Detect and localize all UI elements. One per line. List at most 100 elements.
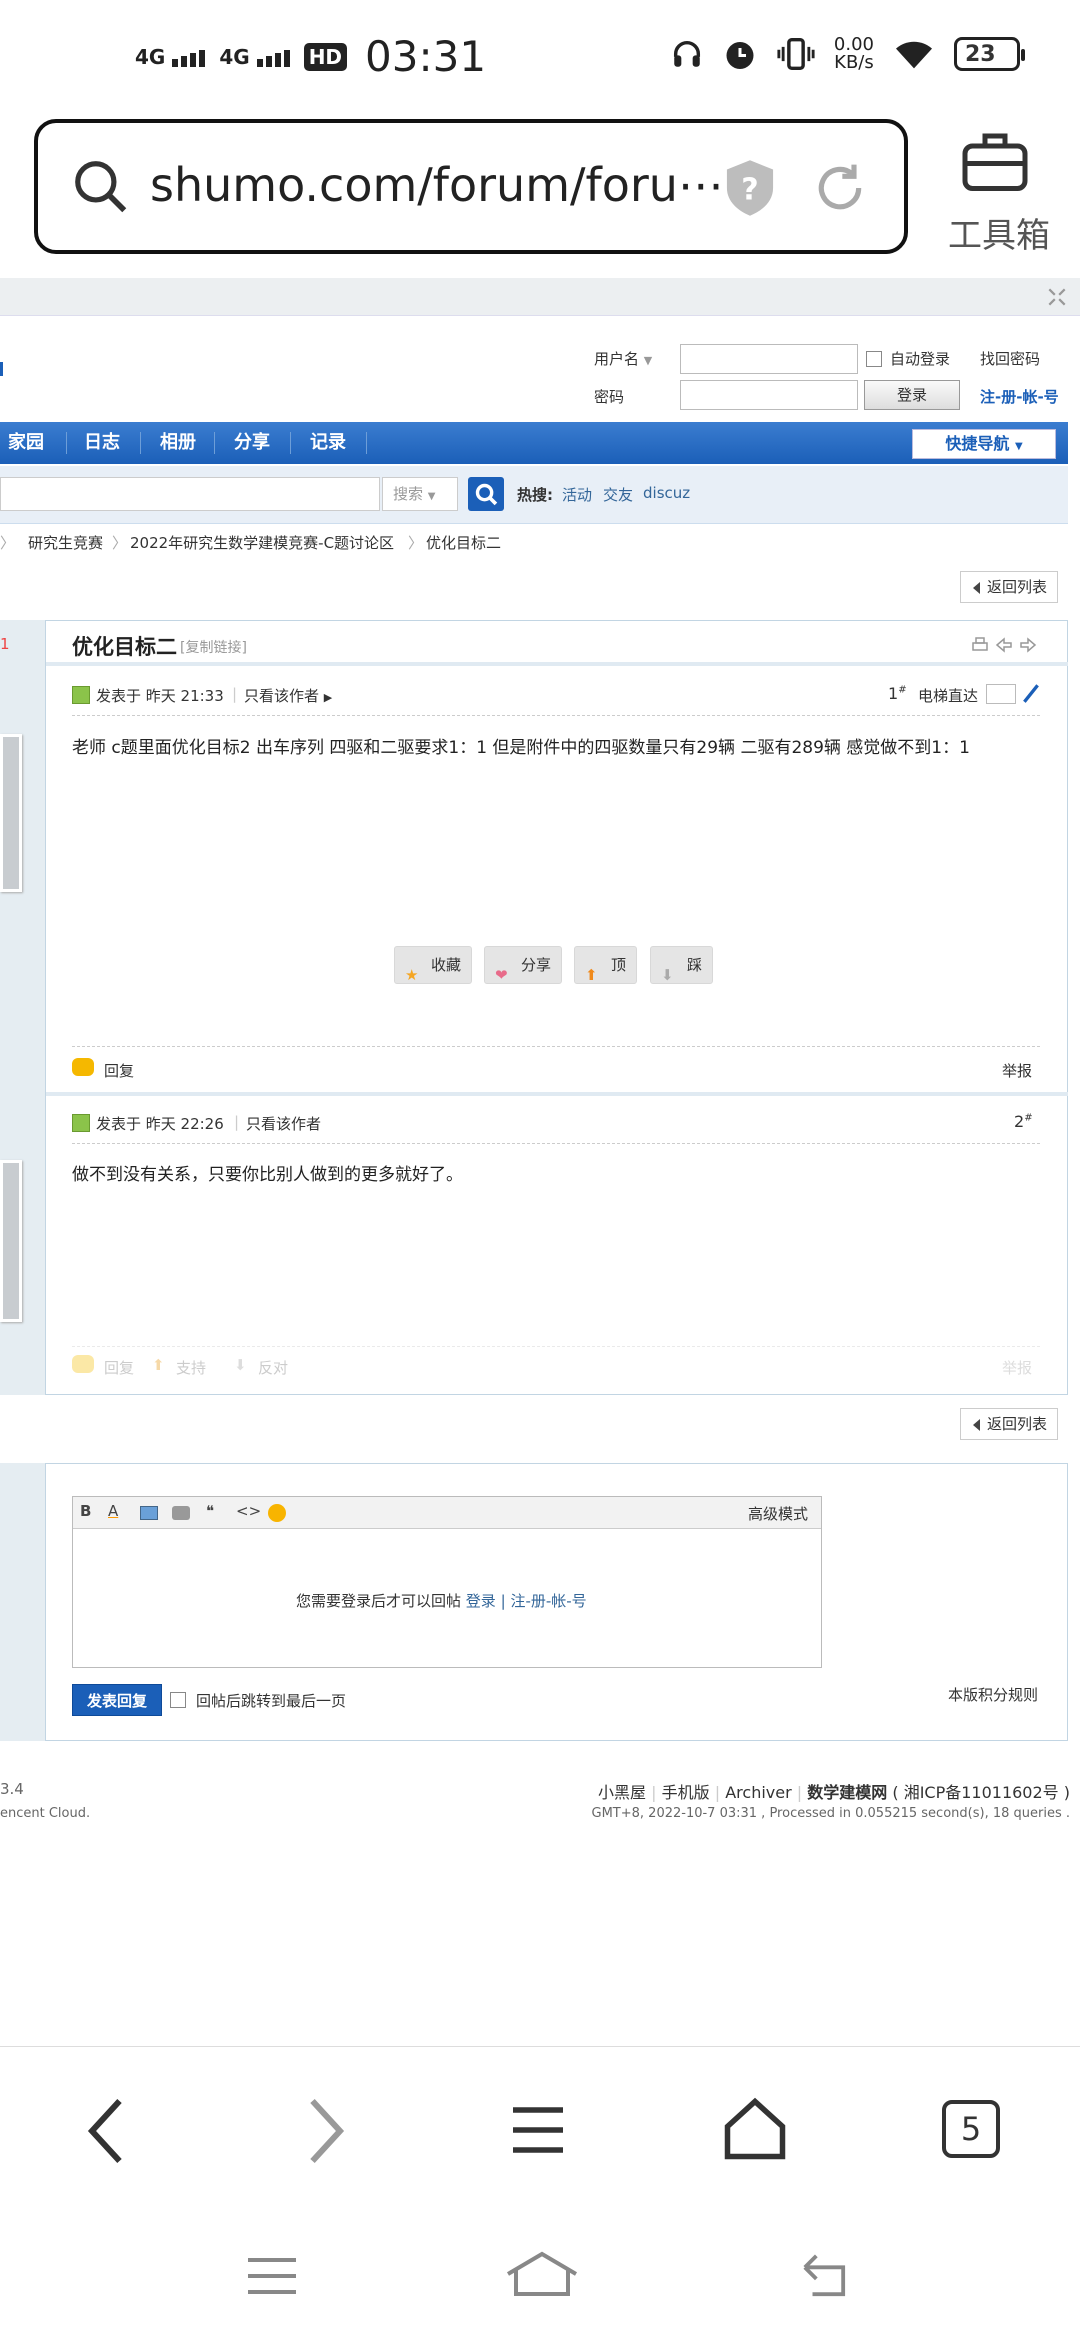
register-link[interactable]: 注-册-帐-号 xyxy=(980,386,1059,407)
password-input[interactable] xyxy=(680,380,858,410)
submit-reply-button[interactable]: 发表回复 xyxy=(72,1684,162,1716)
auto-login-checkbox[interactable] xyxy=(866,351,882,367)
security-shield-icon[interactable]: ? xyxy=(722,158,778,218)
quote-icon[interactable]: ❝ xyxy=(206,1502,214,1520)
avatar[interactable] xyxy=(0,734,22,892)
breadcrumb-sep: 〉 xyxy=(408,534,424,552)
image-icon[interactable] xyxy=(140,1506,158,1520)
home-icon[interactable] xyxy=(504,2250,580,2298)
search-icon xyxy=(475,483,498,506)
icp-link[interactable]: ( 湘ICP备11011602号 ) xyxy=(892,1783,1070,1802)
back-to-list-button[interactable]: 返回列表 xyxy=(960,571,1059,603)
hot-search-item[interactable]: discuz xyxy=(643,484,690,502)
url-text[interactable]: shumo.com/forum/foru⋯ xyxy=(150,158,724,212)
post-divider xyxy=(72,1346,1040,1347)
search-icon xyxy=(75,161,127,213)
footer-link[interactable]: Archiver xyxy=(725,1783,791,1802)
forward-icon[interactable] xyxy=(300,2096,350,2166)
tabs-button[interactable]: 5 xyxy=(942,2100,1000,2158)
back-to-list-button[interactable]: 返回列表 xyxy=(960,1408,1059,1440)
footer-link[interactable]: 手机版 xyxy=(662,1783,710,1802)
toolbox-label[interactable]: 工具箱 xyxy=(948,208,1050,257)
upvote-button[interactable]: ⬆ 顶 xyxy=(574,946,638,984)
thread-title: 优化目标二 xyxy=(72,635,177,659)
footer-version: 3.4 xyxy=(0,1780,24,1798)
support-link[interactable]: 支持 xyxy=(176,1357,206,1378)
link-icon[interactable] xyxy=(172,1506,190,1520)
reload-icon[interactable] xyxy=(812,160,868,216)
home-icon[interactable] xyxy=(720,2096,790,2162)
favorite-button[interactable]: ★ 收藏 xyxy=(394,946,473,984)
net-speed: 0.00 KB/s xyxy=(833,34,874,73)
arrow-down-icon: ⬇ xyxy=(661,966,674,984)
emoji-icon[interactable] xyxy=(268,1504,286,1522)
elevator-input[interactable] xyxy=(986,684,1016,704)
find-password-link[interactable]: 找回密码 xyxy=(980,348,1040,369)
post-content: 做不到没有关系，只要你比别人做到的更多就好了。 xyxy=(72,1165,463,1185)
prev-thread-icon[interactable] xyxy=(994,635,1014,655)
username-input[interactable] xyxy=(680,344,858,374)
page-top-strip xyxy=(0,278,1080,316)
login-link[interactable]: 登录 xyxy=(466,1592,496,1610)
next-thread-icon[interactable] xyxy=(1018,635,1038,655)
nav-separator xyxy=(214,432,215,454)
post-content: 老师 c题里面优化目标2 出车序列 四驱和二驱要求1：1 但是附件中的四驱数量只… xyxy=(72,738,970,758)
login-button[interactable]: 登录 xyxy=(864,380,960,410)
search-type-select[interactable]: 搜索 ▼ xyxy=(382,477,458,511)
credit-rules-link[interactable]: 本版积分规则 xyxy=(948,1684,1038,1705)
nav-item-album[interactable]: 相册 xyxy=(160,422,196,464)
only-author-link[interactable]: 只看该作者 xyxy=(246,1113,321,1134)
report-link[interactable]: 举报 xyxy=(1002,1060,1032,1081)
jump-icon[interactable] xyxy=(1020,682,1042,704)
arrow-up-icon: ⬆ xyxy=(585,966,598,984)
meta-sep: | xyxy=(232,685,238,703)
status-right: 0.00 KB/s 23 xyxy=(670,34,1025,73)
footer-link[interactable]: 小黑屋 xyxy=(598,1783,646,1802)
post-divider xyxy=(72,1046,1040,1047)
back-icon[interactable] xyxy=(82,2096,132,2166)
jump-last-checkbox[interactable] xyxy=(170,1692,186,1708)
reply-icon xyxy=(72,1058,94,1076)
arrow-down-icon: ⬇ xyxy=(234,1356,247,1374)
code-icon[interactable]: <> xyxy=(236,1502,261,1520)
back-icon[interactable] xyxy=(796,2252,852,2298)
oppose-link[interactable]: 反对 xyxy=(258,1357,288,1378)
nav-separator xyxy=(140,432,141,454)
menu-icon[interactable] xyxy=(508,2100,568,2160)
star-icon: ★ xyxy=(405,966,419,984)
toolbox-icon[interactable] xyxy=(960,128,1030,194)
copy-link[interactable]: [复制链接] xyxy=(180,637,247,657)
bold-icon[interactable]: B xyxy=(80,1502,91,1520)
report-link[interactable]: 举报 xyxy=(1002,1357,1032,1378)
advanced-mode-link[interactable]: 高级模式 xyxy=(748,1503,808,1524)
avatar[interactable] xyxy=(0,1160,22,1322)
collapse-icon[interactable] xyxy=(1046,286,1068,308)
nav-item-share[interactable]: 分享 xyxy=(234,422,270,464)
print-icon[interactable] xyxy=(970,635,990,655)
thread-side-number: 1 xyxy=(0,635,10,653)
search-input[interactable] xyxy=(0,477,380,511)
nav-item-home[interactable]: 家园 xyxy=(8,422,44,464)
title-divider xyxy=(46,662,1068,666)
recents-icon[interactable] xyxy=(244,2254,300,2298)
breadcrumb-item[interactable]: 优化目标二 xyxy=(426,532,501,553)
quick-nav-button[interactable]: 快捷导航 ▼ xyxy=(912,429,1056,459)
nav-item-blog[interactable]: 日志 xyxy=(84,422,120,464)
font-color-icon[interactable]: A xyxy=(108,1502,118,1520)
only-author-link[interactable]: 只看该作者 ▶ xyxy=(244,685,332,706)
reply-link[interactable]: 回复 xyxy=(104,1060,134,1081)
hot-search-item[interactable]: 交友 xyxy=(603,484,633,505)
register-link[interactable]: 注-册-帐-号 xyxy=(510,1592,586,1610)
hot-search-item[interactable]: 活动 xyxy=(562,484,592,505)
nav-item-record[interactable]: 记录 xyxy=(310,422,346,464)
breadcrumb-item[interactable]: 研究生竞赛 xyxy=(28,532,103,553)
reply-link[interactable]: 回复 xyxy=(104,1357,134,1378)
headphones-icon xyxy=(673,41,700,67)
share-button[interactable]: ❤ 分享 xyxy=(484,946,563,984)
breadcrumb-item[interactable]: 2022年研究生数学建模竞赛-C题讨论区 xyxy=(130,532,394,553)
site-name[interactable]: 数学建模网 xyxy=(807,1783,887,1802)
search-button[interactable] xyxy=(468,477,504,511)
post-date: 发表于 昨天 22:26 xyxy=(96,1115,224,1133)
downvote-button[interactable]: ⬇ 踩 xyxy=(650,946,714,984)
vibrate-icon xyxy=(777,38,815,70)
